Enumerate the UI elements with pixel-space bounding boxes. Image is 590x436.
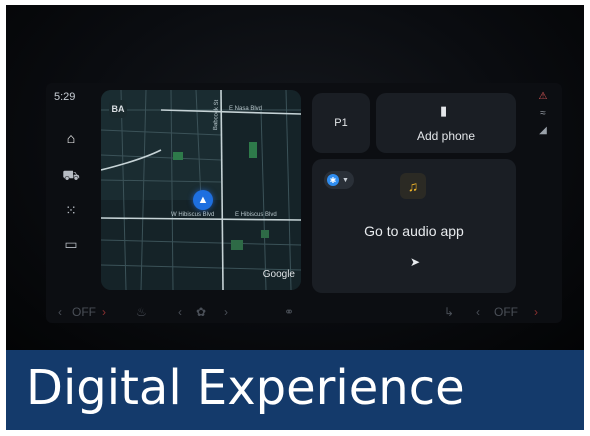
music-note-icon[interactable]: ♫ [400, 173, 426, 199]
chevron-left-icon[interactable]: ‹ [58, 305, 62, 319]
street-label: Babcock St [213, 99, 221, 131]
chevron-right-icon[interactable]: › [534, 305, 538, 319]
chevron-right-icon[interactable]: › [102, 305, 106, 319]
signal-icon: ◢ [539, 125, 547, 136]
phone-icon: ▮ [440, 103, 448, 118]
navigation-map[interactable]: BA E Nasa Blvd W Hibiscus Blvd E Hibiscu… [101, 90, 301, 290]
bluetooth-selector[interactable]: ✱ ▼ [324, 171, 354, 189]
banner-title: Digital Experience [26, 360, 465, 416]
map-profile-badge[interactable]: BA [109, 100, 127, 118]
chevron-down-icon: ▼ [342, 176, 349, 184]
vehicle-info-icon[interactable]: ▭ [60, 233, 82, 255]
chevron-right-icon[interactable]: › [224, 305, 228, 319]
bluetooth-icon: ✱ [327, 174, 339, 186]
status-column: ⚠ ≈ ◢ [533, 91, 553, 142]
add-phone-label: Add phone [416, 129, 476, 143]
infotainment-photo: 5:29 ⌂ ⛟ ⁙ ▭ BA E Nasa Blvd W Hibiscus B… [6, 5, 584, 350]
home-icon[interactable]: ⌂ [60, 127, 82, 149]
fan-icon[interactable]: ✿ [196, 305, 206, 319]
street-label: E Nasa Blvd [229, 106, 263, 112]
title-banner: Digital Experience [6, 350, 584, 430]
map-attribution: Google [262, 269, 295, 280]
seat-icon[interactable]: ↳ [444, 305, 454, 319]
seat-heat-icon[interactable]: ♨ [136, 305, 147, 319]
steering-heat-icon[interactable]: ⚭ [284, 305, 294, 319]
add-phone-button[interactable]: ▮ Add phone [376, 93, 516, 153]
audio-card[interactable]: ✱ ▼ ♫ Go to audio app ➤ [312, 159, 516, 293]
clock: 5:29 [54, 91, 76, 103]
location-arrow-icon: ▲ [193, 190, 213, 210]
go-to-audio-label: Go to audio app [364, 223, 464, 239]
chevron-left-icon[interactable]: ‹ [178, 305, 182, 319]
car-icon[interactable]: ⛟ [60, 165, 82, 187]
profile-button[interactable]: P1 [312, 93, 370, 153]
wifi-icon: ≈ [540, 108, 546, 119]
street-label: W Hibiscus Blvd [171, 212, 215, 218]
cursor-icon: ➤ [410, 255, 421, 269]
apps-grid-icon[interactable]: ⁙ [60, 199, 82, 221]
left-temp-label[interactable]: OFF [72, 305, 96, 319]
chevron-left-icon[interactable]: ‹ [476, 305, 480, 319]
infotainment-screen: 5:29 ⌂ ⛟ ⁙ ▭ BA E Nasa Blvd W Hibiscus B… [46, 83, 562, 323]
climate-bar: ‹ OFF › ♨ ‹ ✿ › ⚭ ↳ ‹ OFF › [46, 301, 562, 323]
bell-icon: ⚠ [538, 91, 548, 102]
left-sidebar: 5:29 ⌂ ⛟ ⁙ ▭ [46, 83, 98, 293]
profile-label: P1 [334, 117, 348, 129]
street-label: E Hibiscus Blvd [235, 212, 277, 218]
right-temp-label[interactable]: OFF [494, 305, 518, 319]
